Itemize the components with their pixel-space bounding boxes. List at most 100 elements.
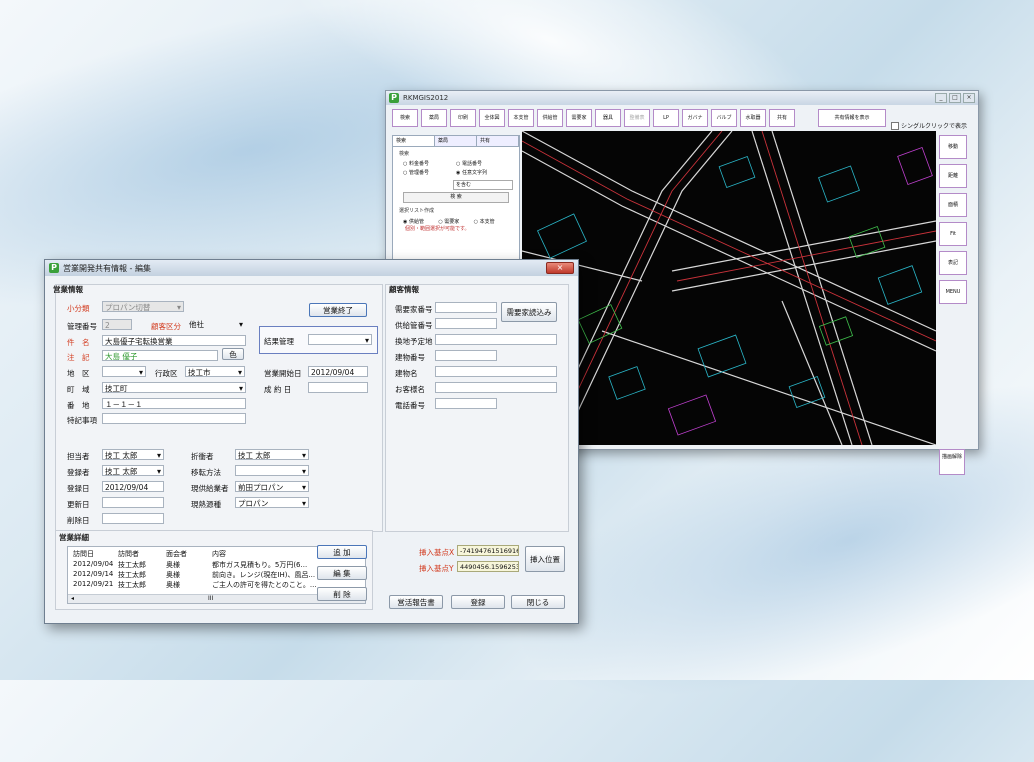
toolbar-button[interactable]: 整備表 — [624, 109, 650, 127]
current-supplier-label: 現供給業者 — [191, 484, 229, 493]
side-button[interactable]: 面積 — [939, 193, 967, 217]
match-type-select[interactable]: を含む — [453, 180, 513, 190]
table-cell: 奥様 — [166, 571, 180, 579]
subject-field[interactable]: 大島優子宅転換営業 — [102, 335, 246, 346]
scroll-left-icon[interactable]: ◂ — [71, 595, 74, 603]
search-type-radio[interactable]: 任意文字列 — [456, 169, 509, 176]
customer-field-input[interactable] — [435, 366, 557, 377]
maximize-icon[interactable]: □ — [949, 93, 961, 103]
toolbar-button[interactable]: 供給管 — [537, 109, 563, 127]
insert-x-field[interactable]: -741947615169163 — [457, 545, 519, 556]
selection-list-radio[interactable]: 需要家 — [438, 218, 473, 225]
side-button[interactable]: 距離 — [939, 164, 967, 188]
customer-field-input[interactable] — [435, 382, 557, 393]
toolbar-button[interactable]: 本支管 — [508, 109, 534, 127]
sales-info-title: 営業情報 — [53, 285, 83, 294]
note-field[interactable]: 大島 優子 — [102, 350, 218, 361]
register-button[interactable]: 登録 — [451, 595, 505, 609]
result-management-select[interactable] — [308, 334, 372, 345]
customer-field-input[interactable] — [435, 350, 497, 361]
load-customer-button[interactable]: 需要家読込み — [501, 302, 557, 322]
toolbar-button[interactable]: 印刷 — [450, 109, 476, 127]
search-button[interactable]: 検 索 — [403, 192, 509, 203]
ward-select[interactable]: 技工市 — [185, 366, 245, 377]
color-button[interactable]: 色 — [222, 348, 244, 360]
toolbar-button[interactable]: 薬局 — [421, 109, 447, 127]
remarks-field[interactable] — [102, 413, 246, 424]
registrant-select[interactable]: 技工 太郎 — [102, 465, 164, 476]
note-label: 注 記 — [67, 353, 90, 362]
side-button[interactable]: Fit — [939, 222, 967, 246]
area-select[interactable] — [102, 366, 146, 377]
minimize-icon[interactable]: _ — [935, 93, 947, 103]
toolbar-button[interactable]: 検索 — [392, 109, 418, 127]
close-icon[interactable]: × — [963, 93, 975, 103]
reg-date-field[interactable]: 2012/09/04 — [102, 481, 164, 492]
single-click-option[interactable]: シングルクリックで表示 — [891, 121, 967, 130]
contract-date-field[interactable] — [308, 382, 368, 393]
insert-x-label: 挿入基点X — [419, 548, 455, 557]
insert-y-field[interactable]: 4490456.15962537 — [457, 561, 519, 572]
toolbar-button[interactable]: 水取器 — [740, 109, 766, 127]
toolbar-button[interactable]: 全体図 — [479, 109, 505, 127]
tab-search[interactable]: 検索 — [393, 136, 435, 146]
delete-date-field[interactable] — [102, 513, 164, 524]
report-button[interactable]: 営活報告書 — [389, 595, 443, 609]
gis-side-buttons: 移動距離面積 Fit 表記 MENU 描画解除 — [939, 135, 967, 475]
selection-list-radio[interactable]: 供給管 — [403, 218, 438, 225]
sales-details-title: 営業詳細 — [59, 533, 89, 542]
search-type-radio[interactable]: 電話番号 — [456, 160, 509, 167]
selection-list-radio[interactable]: 本支管 — [474, 218, 509, 225]
toolbar-button[interactable]: 器具 — [595, 109, 621, 127]
insert-position-button[interactable]: 挿入位置 — [525, 546, 565, 572]
update-date-field[interactable] — [102, 497, 164, 508]
reg-date-label: 登録日 — [67, 484, 90, 493]
customer-field-input[interactable] — [435, 334, 557, 345]
move-method-select[interactable] — [235, 465, 309, 476]
person-select[interactable]: 技工 太郎 — [102, 449, 164, 460]
side-button[interactable]: MENU — [939, 280, 967, 304]
customer-field-label: 換地予定地 — [395, 337, 433, 346]
map-canvas[interactable] — [522, 131, 936, 445]
app-logo-icon: P — [389, 93, 399, 103]
col-content: 内容 — [212, 550, 226, 558]
tab-pharmacy[interactable]: 薬局 — [435, 136, 477, 146]
negotiator-select[interactable]: 技工 太郎 — [235, 449, 309, 460]
side-button[interactable]: 移動 — [939, 135, 967, 159]
update-date-label: 更新日 — [67, 500, 90, 509]
toolbar-button[interactable]: LP — [653, 109, 679, 127]
town-select[interactable]: 技工町 — [102, 382, 246, 393]
search-type-radio[interactable]: 管理番号 — [403, 169, 456, 176]
current-supplier-select[interactable]: 前田プロパン — [235, 481, 309, 492]
toolbar-button[interactable]: バルブ — [711, 109, 737, 127]
scroll-thumb[interactable]: III — [208, 595, 213, 603]
show-shared-info-button[interactable]: 共有情報を表示 — [818, 109, 886, 127]
result-management-label: 結果管理 — [264, 337, 294, 346]
search-type-radio[interactable]: 料金番号 — [403, 160, 456, 167]
toolbar-button[interactable]: ガバナ — [682, 109, 708, 127]
end-sales-button[interactable]: 営業終了 — [309, 303, 367, 317]
add-button[interactable]: 追 加 — [317, 545, 367, 559]
delete-button[interactable]: 削 除 — [317, 587, 367, 601]
sales-start-label: 営業開始日 — [264, 369, 302, 378]
toolbar-button[interactable]: 需要家 — [566, 109, 592, 127]
customer-type-select[interactable]: 他社 — [187, 319, 245, 330]
address-field[interactable]: １－１－１ — [102, 398, 246, 409]
tab-shared[interactable]: 共有 — [477, 136, 519, 146]
small-category-select[interactable]: プロパン切替 — [102, 301, 184, 312]
customer-field-input[interactable] — [435, 398, 497, 409]
table-cell: 2012/09/14 — [73, 570, 114, 578]
close-window-button[interactable]: × — [546, 262, 574, 274]
toolbar-button[interactable]: 共有 — [769, 109, 795, 127]
close-button[interactable]: 閉じる — [511, 595, 565, 609]
current-heat-select[interactable]: プロパン — [235, 497, 309, 508]
single-click-checkbox[interactable] — [891, 121, 899, 130]
edit-button[interactable]: 編 集 — [317, 566, 367, 580]
registrant-label: 登録者 — [67, 468, 90, 477]
customer-field-input[interactable] — [435, 318, 497, 329]
customer-field-input[interactable] — [435, 302, 497, 313]
side-button[interactable]: 描画解除 — [939, 449, 965, 475]
table-cell: 技工太郎 — [118, 571, 146, 579]
side-button[interactable]: 表記 — [939, 251, 967, 275]
sales-start-field[interactable]: 2012/09/04 — [308, 366, 368, 377]
